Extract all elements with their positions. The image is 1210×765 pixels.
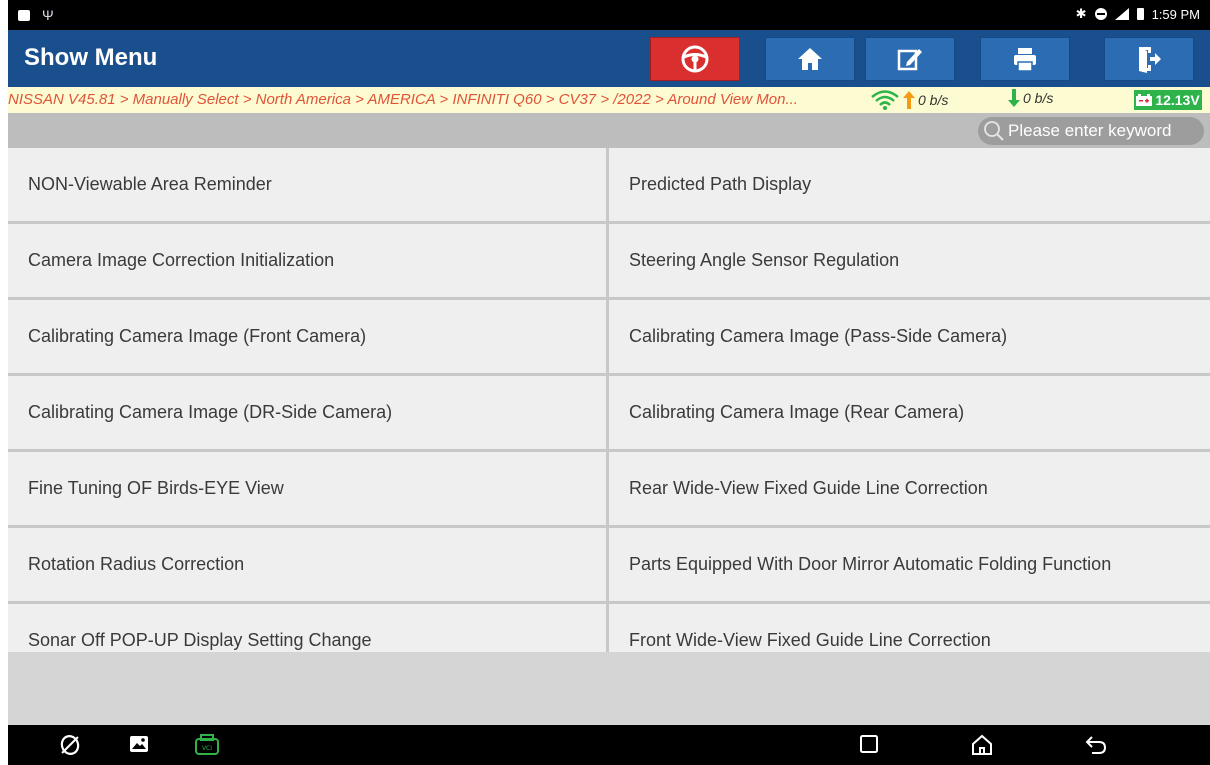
- breadcrumb: NISSAN V45.81 > Manually Select > North …: [8, 91, 798, 108]
- steering-wheel-button[interactable]: [650, 37, 740, 81]
- status-bar: Ψ ✱ 1:59 PM: [8, 0, 1210, 30]
- signal-icon: [1114, 8, 1129, 20]
- recents-icon[interactable]: [858, 733, 880, 755]
- print-button[interactable]: [980, 37, 1070, 81]
- vci-icon[interactable]: VCI: [194, 733, 220, 757]
- status-time: 1:59 PM: [1151, 6, 1200, 22]
- usb-icon: Ψ: [42, 7, 54, 23]
- browser-icon[interactable]: [58, 733, 82, 757]
- home-icon: [798, 48, 822, 70]
- edit-button[interactable]: [865, 37, 955, 81]
- do-not-disturb-icon: [1094, 8, 1107, 20]
- download-arrow-icon: [1008, 89, 1020, 107]
- menu-item-fine-tuning-birds-eye-view[interactable]: Fine Tuning OF Birds-EYE View: [8, 452, 606, 525]
- menu-item-front-wide-view-guide-line-correction[interactable]: Front Wide-View Fixed Guide Line Correct…: [609, 604, 1210, 652]
- upload-indicator: 0 b/s: [870, 89, 948, 111]
- upload-arrow-icon: [903, 91, 915, 109]
- menu-list: NON-Viewable Area Reminder Predicted Pat…: [8, 148, 1210, 652]
- search-icon: [984, 121, 1004, 141]
- upload-speed: 0 b/s: [918, 92, 949, 108]
- menu-item-predicted-path-display[interactable]: Predicted Path Display: [609, 148, 1210, 221]
- search-box[interactable]: [978, 117, 1204, 145]
- breadcrumb-bar: NISSAN V45.81 > Manually Select > North …: [8, 87, 1210, 113]
- wifi-icon: [871, 90, 899, 110]
- footer-area: [8, 652, 1210, 725]
- steering-wheel-icon: [681, 45, 709, 73]
- menu-item-sonar-off-popup-display-setting[interactable]: Sonar Off POP-UP Display Setting Change: [8, 604, 606, 652]
- menu-item-rear-wide-view-guide-line-correction[interactable]: Rear Wide-View Fixed Guide Line Correcti…: [609, 452, 1210, 525]
- download-indicator: 0 b/s: [1008, 89, 1053, 107]
- menu-item-calibrating-front-camera[interactable]: Calibrating Camera Image (Front Camera): [8, 300, 606, 373]
- search-input[interactable]: [1008, 121, 1204, 141]
- exit-icon: [1139, 47, 1161, 73]
- navigation-bar: VCI: [8, 725, 1210, 765]
- print-icon: [1014, 48, 1036, 72]
- search-bar: [8, 113, 1210, 148]
- menu-item-calibrating-pass-side-camera[interactable]: Calibrating Camera Image (Pass-Side Came…: [609, 300, 1210, 373]
- title-bar: Show Menu: [8, 30, 1210, 87]
- back-icon[interactable]: [1084, 733, 1108, 757]
- battery-voltage-icon: [1136, 94, 1153, 106]
- menu-item-camera-image-correction-initialization[interactable]: Camera Image Correction Initialization: [8, 224, 606, 297]
- home-nav-icon[interactable]: [970, 733, 994, 757]
- download-speed: 0 b/s: [1023, 90, 1054, 106]
- battery-icon: [1136, 8, 1144, 20]
- menu-item-calibrating-rear-camera[interactable]: Calibrating Camera Image (Rear Camera): [609, 376, 1210, 449]
- voltage-value: 12.13V: [1155, 92, 1200, 108]
- menu-item-calibrating-dr-side-camera[interactable]: Calibrating Camera Image (DR-Side Camera…: [8, 376, 606, 449]
- edit-icon: [897, 49, 922, 71]
- svg-text:VCI: VCI: [202, 745, 212, 752]
- menu-item-non-viewable-area-reminder[interactable]: NON-Viewable Area Reminder: [8, 148, 606, 221]
- page-title: Show Menu: [24, 44, 158, 71]
- home-button[interactable]: [765, 37, 855, 81]
- menu-item-rotation-radius-correction[interactable]: Rotation Radius Correction: [8, 528, 606, 601]
- menu-item-door-mirror-automatic-folding[interactable]: Parts Equipped With Door Mirror Automati…: [609, 528, 1210, 601]
- bluetooth-icon: ✱: [1075, 6, 1087, 21]
- gallery-icon[interactable]: [128, 733, 150, 755]
- menu-item-steering-angle-sensor-regulation[interactable]: Steering Angle Sensor Regulation: [609, 224, 1210, 297]
- app-frame: Ψ ✱ 1:59 PM Show Menu NISSAN V45.81 > Ma…: [8, 0, 1210, 765]
- exit-button[interactable]: [1104, 37, 1194, 81]
- gallery-notification-icon: [18, 9, 30, 21]
- voltage-badge: 12.13V: [1134, 90, 1202, 110]
